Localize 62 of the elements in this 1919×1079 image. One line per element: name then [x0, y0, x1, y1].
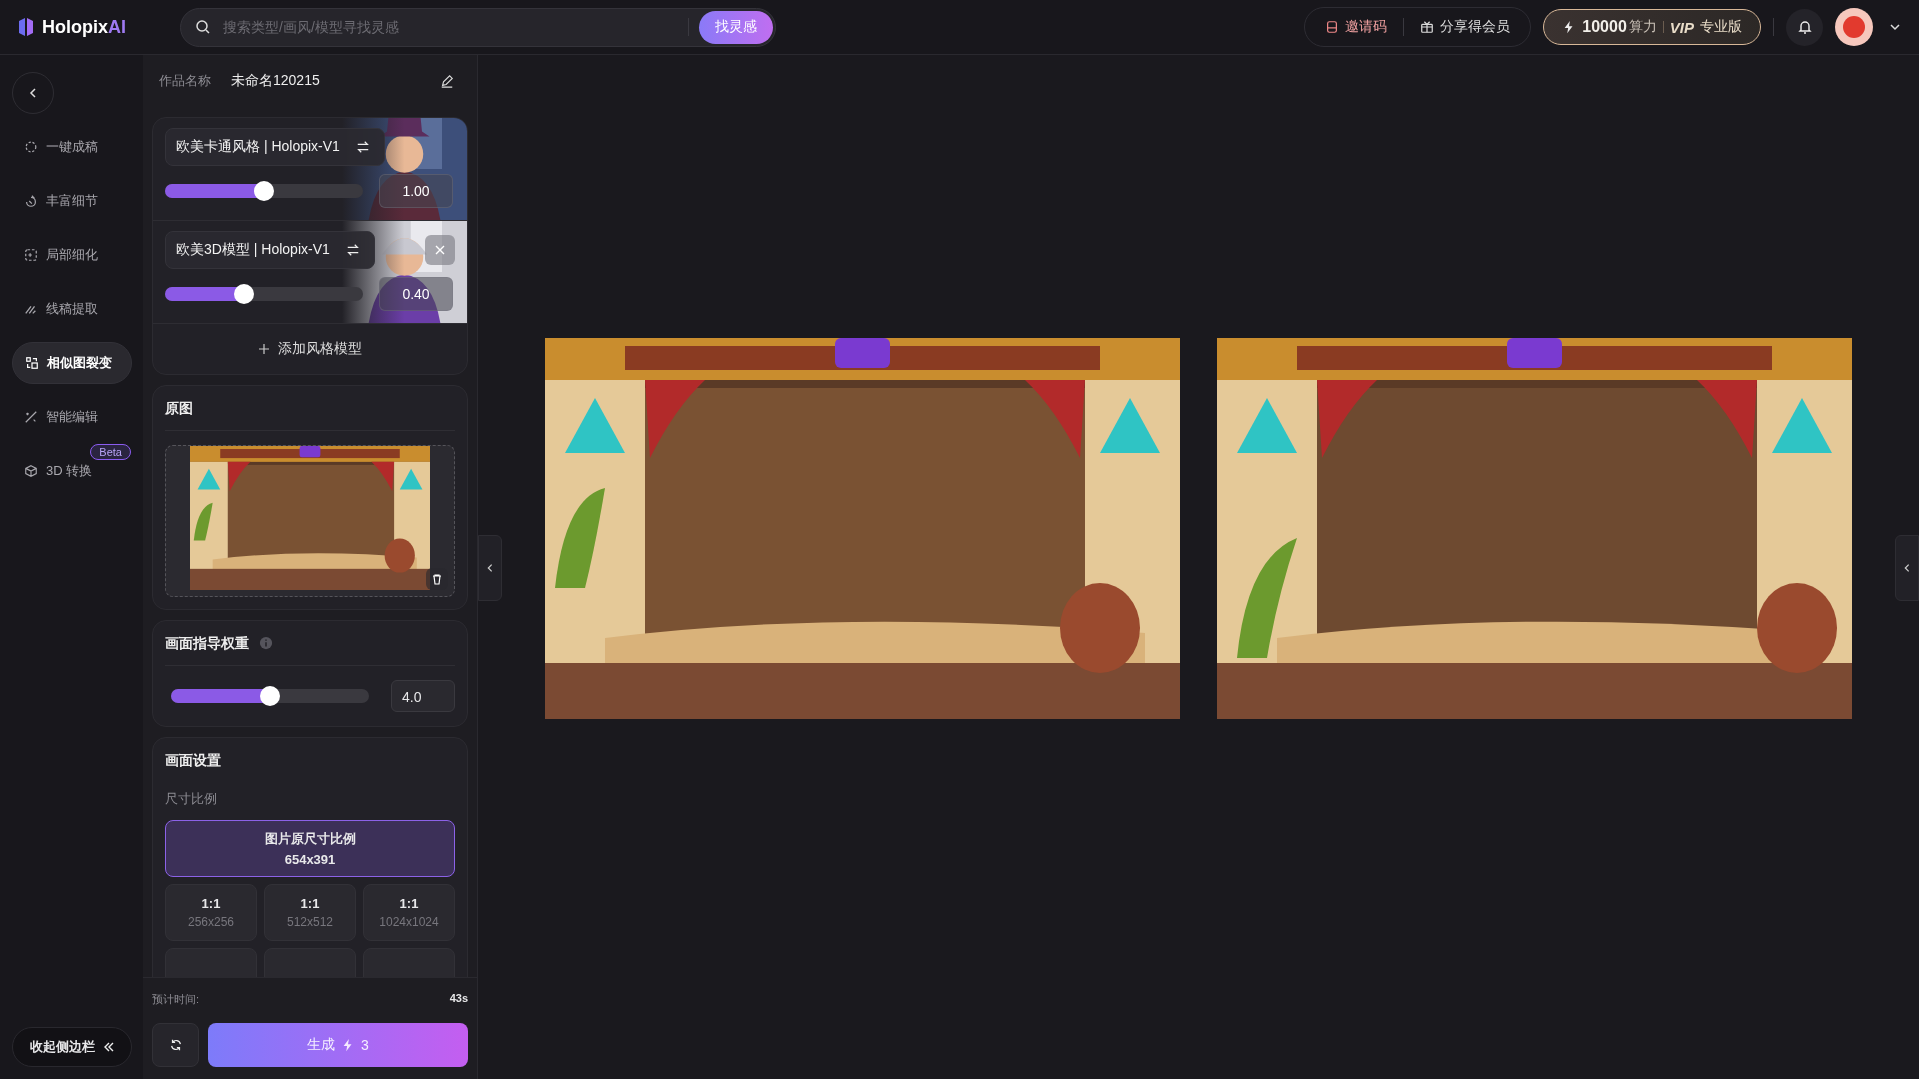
plus-icon [258, 343, 270, 355]
image-upload-area[interactable] [165, 445, 455, 597]
slider[interactable] [165, 184, 363, 198]
weight-value-field[interactable]: 1.00 [379, 174, 453, 208]
chevron-left-icon [485, 563, 495, 573]
nav-item[interactable]: 智能编辑 [12, 396, 132, 438]
tool-icon [24, 410, 38, 424]
nav-item[interactable]: 相似图裂变 [12, 342, 132, 384]
tool-icon [24, 464, 38, 478]
weight-value-field[interactable]: 0.40 [379, 277, 453, 311]
slider-thumb[interactable] [234, 284, 255, 304]
aspect-option[interactable]: 1:1 512x512 [264, 884, 356, 941]
chevron-down-icon[interactable] [1889, 21, 1901, 33]
invite-code-button[interactable]: 邀请码 [1325, 18, 1388, 36]
section-title: 画面指导权重 [165, 634, 249, 653]
nav-item[interactable]: 丰富细节 [12, 180, 132, 222]
tool-icon [24, 248, 38, 262]
tool-icon [25, 356, 39, 370]
aspect-ratio-label: 尺寸比例 [165, 790, 218, 808]
guidance-value-field[interactable]: 4.0 [391, 680, 455, 712]
close-icon [434, 244, 446, 256]
section-title: 原图 [165, 399, 194, 418]
work-name: 未命名120215 [231, 72, 320, 90]
search-icon [195, 19, 211, 35]
style-model-selector[interactable]: 欧美卡通风格 | Holopix-V1 [165, 128, 385, 166]
refresh-icon [168, 1038, 183, 1052]
tool-icon [24, 140, 38, 154]
collapse-sidebar-button[interactable]: 收起侧边栏 [12, 1027, 132, 1067]
beta-badge: Beta [90, 444, 131, 460]
trash-icon [431, 573, 443, 585]
chevron-left-icon [27, 87, 39, 99]
logo-text[interactable]: HolopixAI [42, 16, 126, 38]
style-model-selector[interactable]: 欧美3D模型 | Holopix-V1 [165, 231, 375, 269]
logo-icon [18, 17, 34, 37]
slider[interactable] [171, 689, 369, 703]
nav-item[interactable]: 一键成稿 [12, 126, 132, 168]
tool-icon [24, 194, 38, 208]
nav-item[interactable]: 线稿提取 [12, 288, 132, 330]
slider[interactable] [165, 287, 363, 301]
slider-thumb[interactable] [260, 686, 280, 706]
double-chevron-left-icon [102, 1041, 115, 1053]
add-style-model-button[interactable]: 添加风格模型 [153, 324, 467, 374]
aspect-option[interactable]: 1:1 256x256 [165, 884, 257, 941]
work-name-label: 作品名称 [159, 72, 211, 90]
ticket-icon [1325, 20, 1340, 34]
avatar[interactable] [1835, 8, 1873, 46]
slider-thumb[interactable] [254, 181, 274, 201]
estimate-value: 43s [449, 992, 468, 1006]
nav-item[interactable]: 局部细化 [12, 234, 132, 276]
membership-button[interactable]: 10000算力 VIP 专业版 [1543, 9, 1761, 45]
aspect-option[interactable]: 1:1 1024x1024 [363, 884, 455, 941]
swap-icon [345, 243, 360, 257]
pencil-icon[interactable] [440, 74, 454, 88]
share-membership-button[interactable]: 分享得会员 [1420, 18, 1511, 36]
estimate-label: 预计时间: [152, 992, 200, 1007]
aspect-option[interactable]: 图片原尺寸比例 654x391 [165, 820, 455, 877]
swap-icon [355, 140, 370, 154]
bell-icon [1796, 19, 1813, 35]
chevron-left-icon [1902, 563, 1912, 573]
section-title: 画面设置 [165, 751, 222, 770]
gift-icon [1420, 20, 1435, 34]
notification-button[interactable] [1786, 8, 1823, 46]
